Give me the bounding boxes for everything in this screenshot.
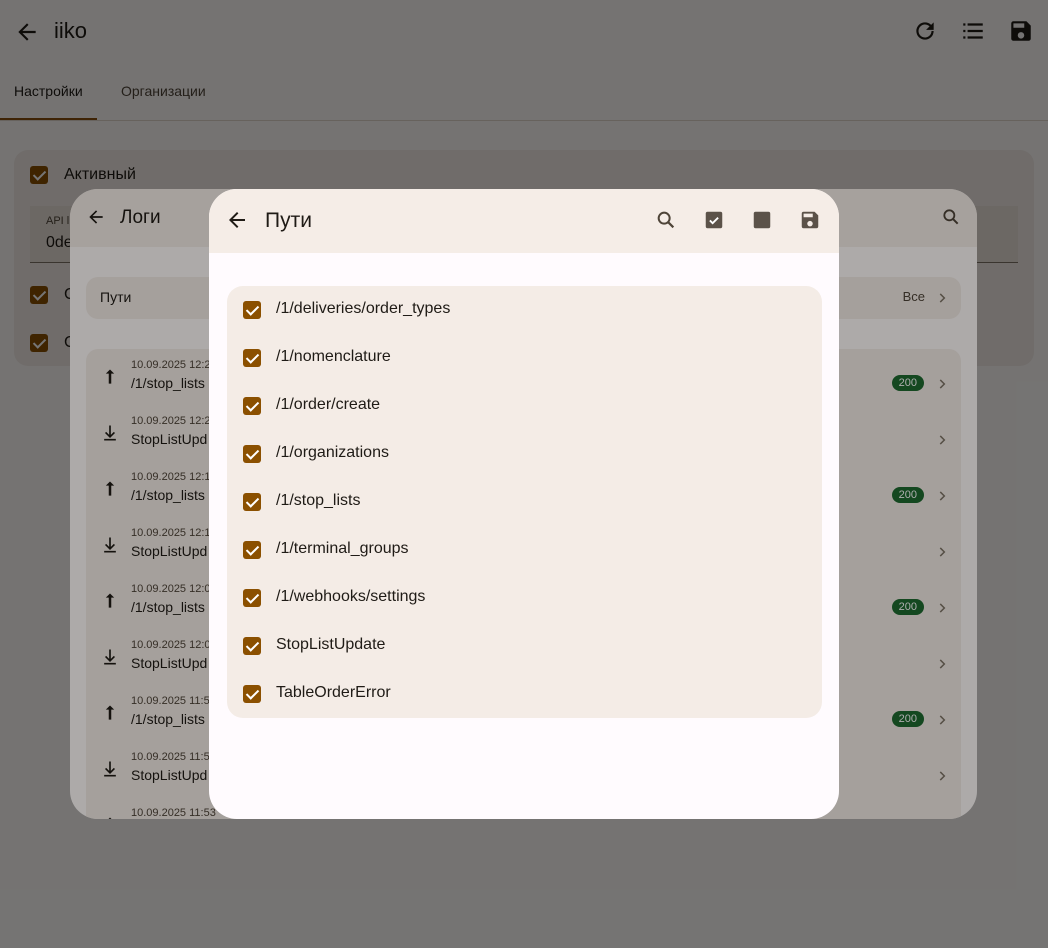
path-checkbox[interactable]: [243, 637, 261, 655]
paths-dialog: Пути /1/deliveries/order_types/1/nomencl…: [209, 189, 839, 819]
save-icon[interactable]: [799, 209, 821, 231]
path-label: /1/webhooks/settings: [276, 588, 426, 605]
path-checkbox[interactable]: [243, 397, 261, 415]
path-list-item[interactable]: /1/stop_lists: [227, 478, 822, 526]
path-list-item[interactable]: /1/nomenclature: [227, 334, 822, 382]
paths-dialog-title: Пути: [265, 209, 312, 232]
path-checkbox[interactable]: [243, 685, 261, 703]
search-icon[interactable]: [655, 209, 677, 231]
path-label: StopListUpdate: [276, 636, 386, 653]
path-label: /1/organizations: [276, 444, 389, 461]
select-all-icon[interactable]: [703, 209, 725, 231]
path-checkbox[interactable]: [243, 445, 261, 463]
path-list-item[interactable]: /1/deliveries/order_types: [227, 286, 822, 334]
path-list-item[interactable]: /1/organizations: [227, 430, 822, 478]
path-list-item[interactable]: /1/terminal_groups: [227, 526, 822, 574]
path-checkbox[interactable]: [243, 349, 261, 367]
path-label: /1/deliveries/order_types: [276, 300, 451, 317]
path-list-item[interactable]: /1/webhooks/settings: [227, 574, 822, 622]
back-arrow-icon[interactable]: [225, 208, 249, 232]
path-list: /1/deliveries/order_types/1/nomenclature…: [227, 286, 822, 718]
path-list-item[interactable]: StopListUpdate: [227, 622, 822, 670]
path-label: /1/stop_lists: [276, 492, 361, 509]
path-checkbox[interactable]: [243, 301, 261, 319]
path-list-item[interactable]: TableOrderError: [227, 670, 822, 718]
path-label: /1/nomenclature: [276, 348, 391, 365]
path-checkbox[interactable]: [243, 541, 261, 559]
path-checkbox[interactable]: [243, 589, 261, 607]
path-label: /1/terminal_groups: [276, 540, 409, 557]
path-list-item[interactable]: /1/order/create: [227, 382, 822, 430]
path-label: /1/order/create: [276, 396, 381, 413]
path-label: TableOrderError: [276, 684, 391, 701]
path-checkbox[interactable]: [243, 493, 261, 511]
deselect-all-icon[interactable]: [751, 209, 773, 231]
paths-dialog-header: Пути: [209, 189, 839, 253]
